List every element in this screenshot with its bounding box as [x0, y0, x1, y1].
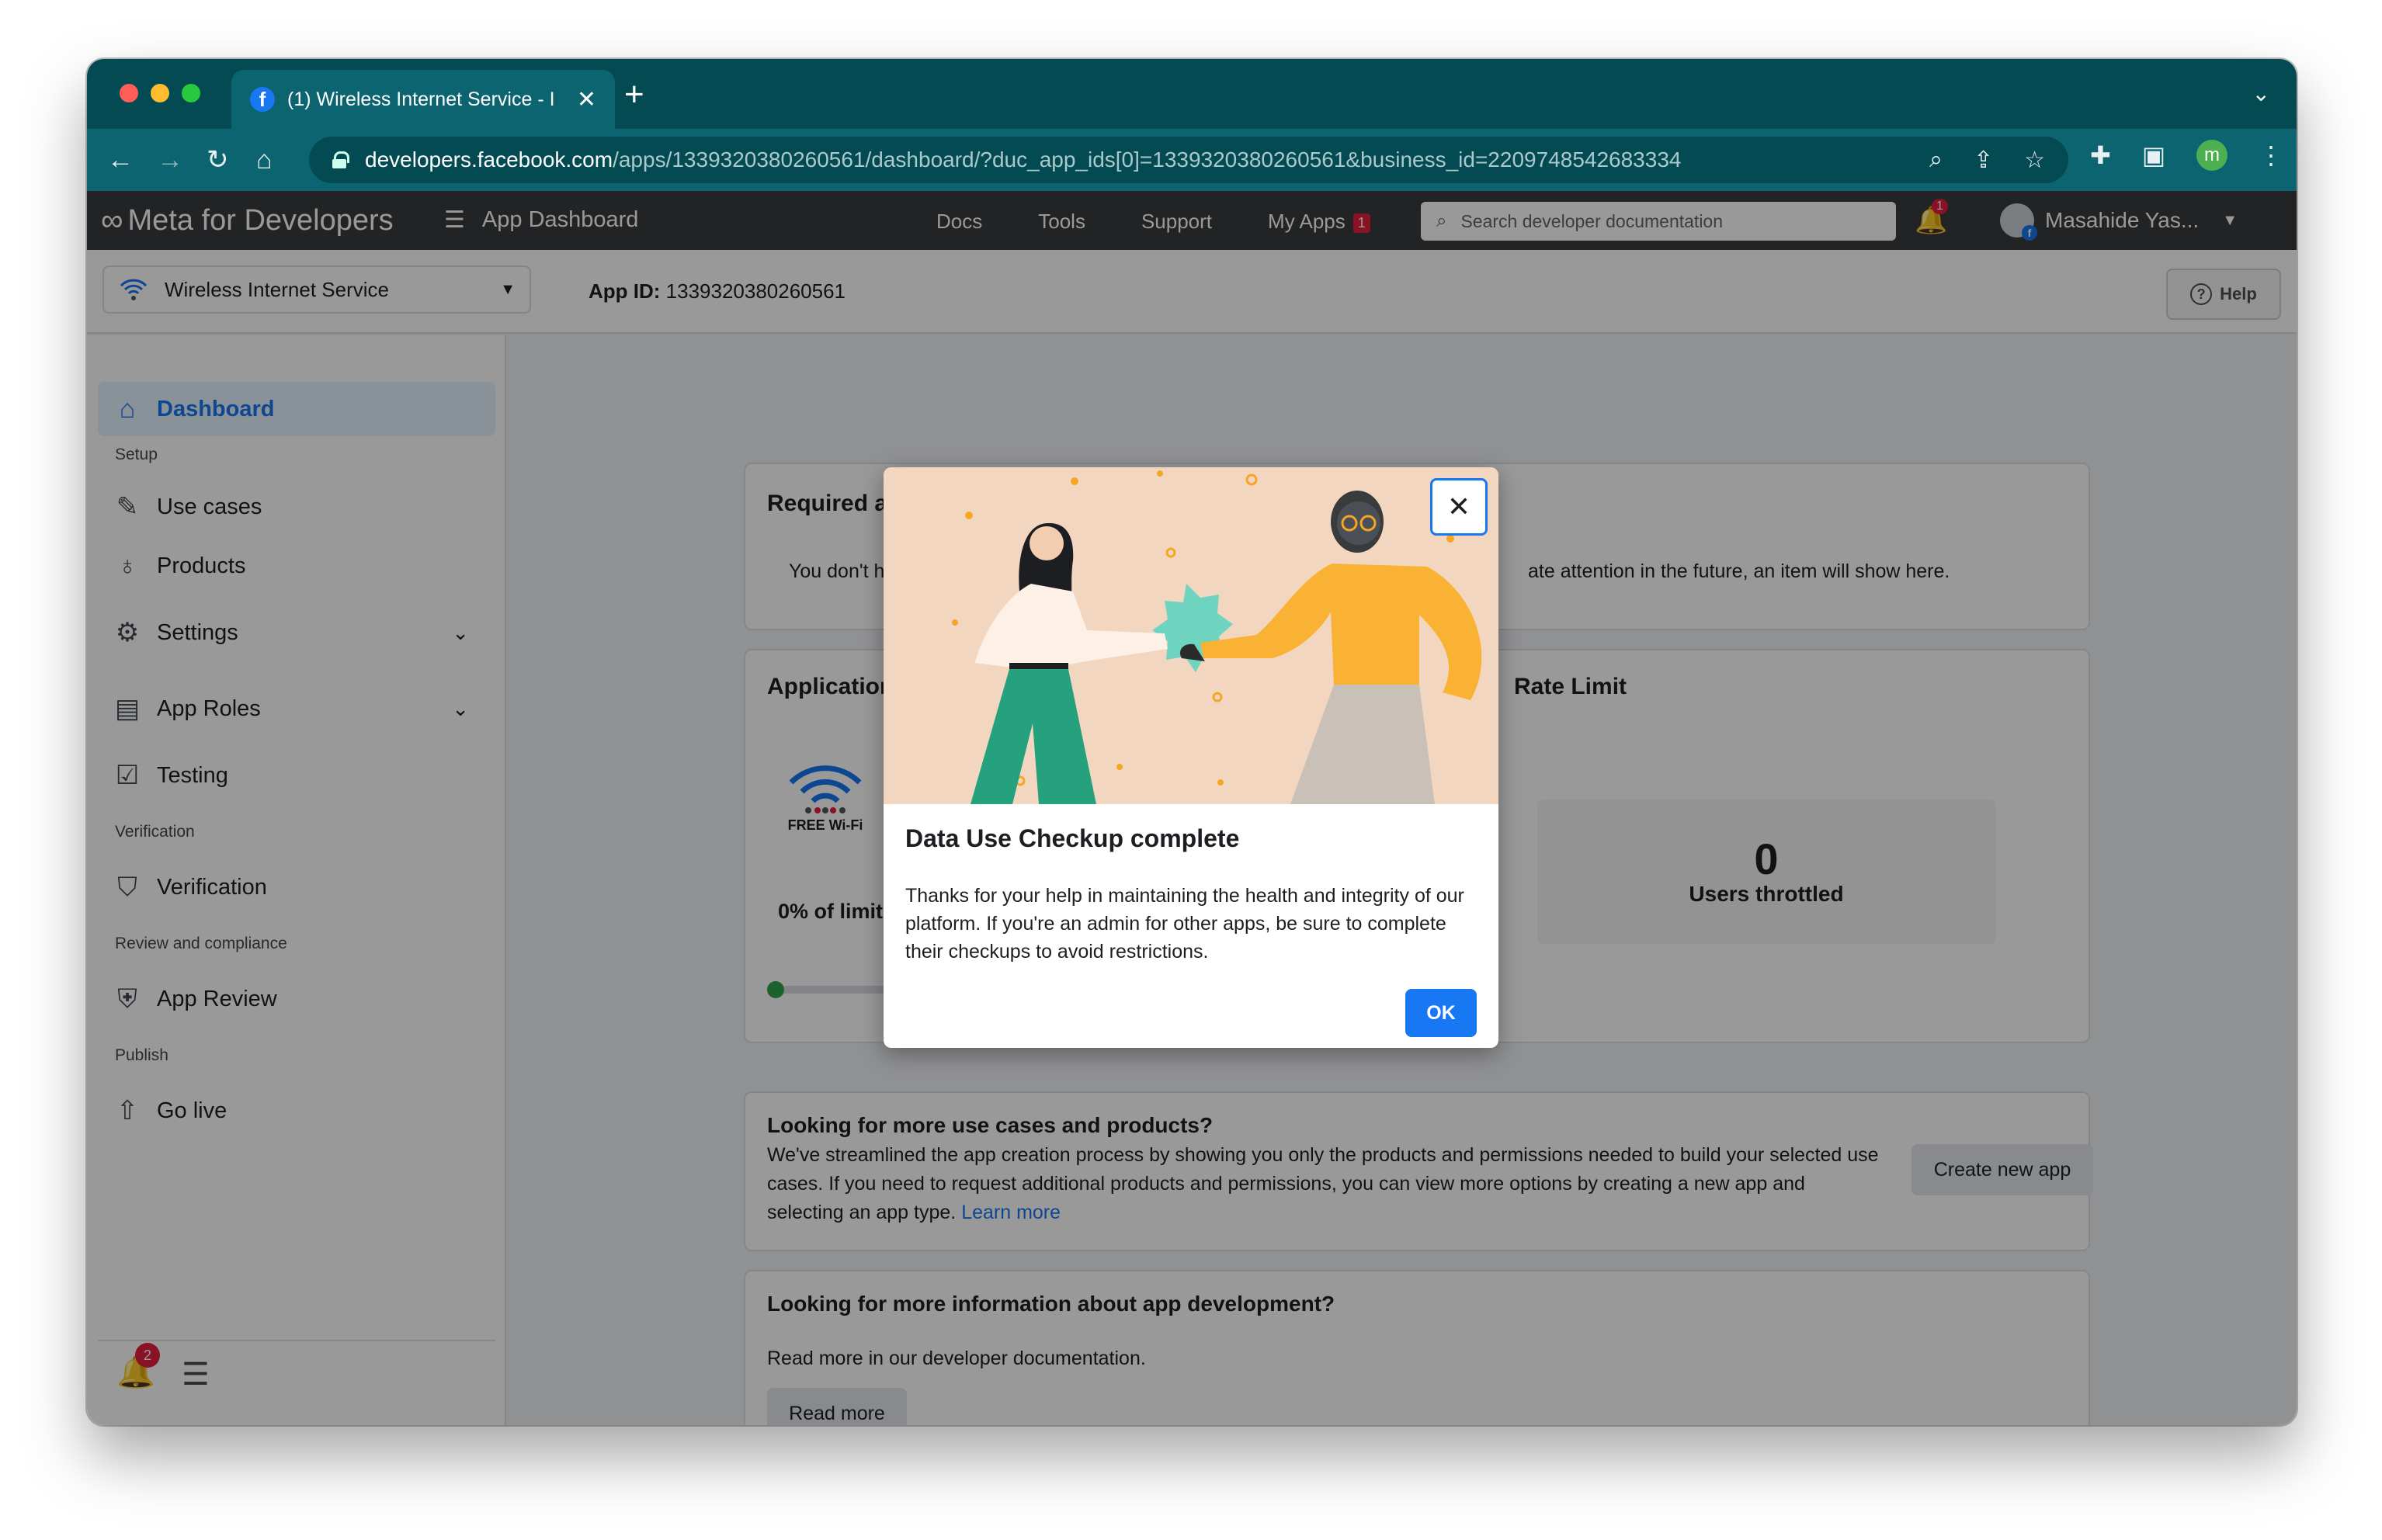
- page: ∞ Meta for Developers ☰ App Dashboard Do…: [87, 191, 2297, 1425]
- tab-search-chevron-icon[interactable]: ⌄: [2252, 81, 2270, 106]
- browser-window: f (1) Wireless Internet Service - I ✕ + …: [87, 59, 2297, 1425]
- browser-menu-icon[interactable]: ⋮: [2259, 140, 2283, 170]
- bookmark-star-icon[interactable]: ☆: [2024, 147, 2045, 174]
- toolbar-right: ✚ ▣ m ⋮: [2090, 140, 2283, 171]
- back-icon[interactable]: ←: [107, 143, 134, 177]
- lock-icon: [332, 151, 349, 168]
- handshake-illustration-svg: [952, 470, 1482, 804]
- zoom-icon[interactable]: ⌕: [1929, 147, 1943, 174]
- browser-tab[interactable]: f (1) Wireless Internet Service - I ✕: [231, 70, 615, 129]
- address-bar[interactable]: developers.facebook.com/apps/13393203802…: [309, 137, 2068, 183]
- tab-bar: f (1) Wireless Internet Service - I ✕ + …: [87, 59, 2297, 129]
- tab-close-icon[interactable]: ✕: [577, 86, 596, 113]
- close-modal-button[interactable]: ✕: [1430, 478, 1488, 536]
- zoom-window-button[interactable]: [182, 84, 200, 102]
- minimize-window-button[interactable]: [151, 84, 169, 102]
- profile-avatar[interactable]: m: [2196, 140, 2228, 171]
- facebook-favicon-icon: f: [250, 87, 275, 112]
- modal-body: Thanks for your help in maintaining the …: [905, 885, 1464, 962]
- extensions-icon[interactable]: ✚: [2090, 140, 2111, 170]
- data-use-checkup-modal: ✕ Data Use Checkup complete Thanks for y…: [884, 467, 1498, 1048]
- reload-icon[interactable]: ↻: [207, 143, 229, 177]
- new-tab-button[interactable]: +: [624, 78, 644, 112]
- url-path: /apps/1339320380260561/dashboard/?duc_ap…: [613, 147, 1682, 172]
- modal-title: Data Use Checkup complete: [905, 824, 1240, 852]
- home-icon[interactable]: ⌂: [256, 143, 273, 177]
- url-host: developers.facebook.com: [365, 147, 613, 172]
- tab-title: (1) Wireless Internet Service - I: [287, 88, 555, 110]
- close-window-button[interactable]: [120, 84, 138, 102]
- ok-button[interactable]: OK: [1405, 989, 1477, 1037]
- handshake-illustration: [884, 467, 1498, 804]
- browser-toolbar: ← → ↻ ⌂ developers.facebook.com/apps/133…: [87, 129, 2297, 191]
- forward-icon[interactable]: →: [157, 143, 183, 177]
- side-panel-icon[interactable]: ▣: [2142, 140, 2165, 170]
- share-icon[interactable]: ⇪: [1974, 147, 1993, 174]
